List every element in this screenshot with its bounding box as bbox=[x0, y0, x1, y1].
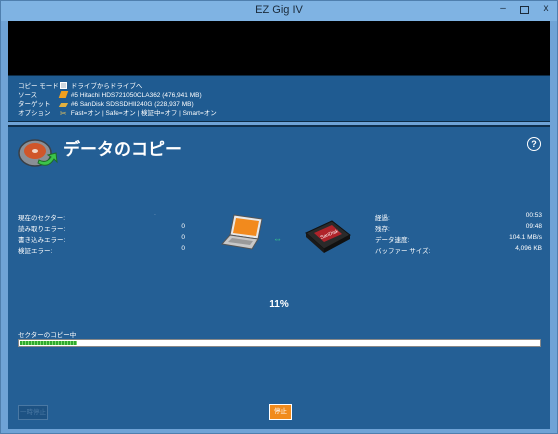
drive-to-drive-icon bbox=[59, 82, 67, 89]
title-bar: EZ Gig IV – x bbox=[1, 1, 557, 21]
laptop-icon bbox=[221, 214, 263, 250]
data-rate-label: データ速度: bbox=[375, 237, 410, 244]
progress-bar bbox=[18, 339, 541, 347]
read-errors-label: 読み取りエラー: bbox=[18, 226, 66, 233]
write-errors-label: 書き込みエラー: bbox=[18, 237, 66, 244]
remaining-value: 09:48 bbox=[525, 223, 542, 230]
verify-errors-label: 検証エラー: bbox=[18, 248, 53, 255]
progress-fill bbox=[20, 341, 77, 345]
transfer-arrows-icon: ⇔ bbox=[273, 234, 282, 244]
buffer-size-value: 4,096 KB bbox=[515, 245, 542, 252]
read-errors-value: 0 bbox=[181, 223, 185, 230]
elapsed-value: 00:53 bbox=[525, 212, 542, 219]
pause-button[interactable]: 一時停止 bbox=[18, 405, 48, 420]
maximize-button[interactable] bbox=[514, 1, 534, 18]
help-icon[interactable]: ? bbox=[527, 137, 541, 151]
data-rate-value: 104.1 MB/s bbox=[509, 234, 542, 241]
banner-area bbox=[8, 21, 550, 75]
elapsed-label: 経過: bbox=[375, 215, 390, 222]
window-title: EZ Gig IV bbox=[255, 4, 303, 16]
stop-button[interactable]: 停止 bbox=[269, 404, 292, 420]
buffer-size-label: バッファー サイズ: bbox=[375, 248, 431, 255]
progress-percent: 11% bbox=[269, 299, 289, 310]
app-window: EZ Gig IV – x コピー モード ドライブからドライブへ ソース #5… bbox=[0, 0, 558, 434]
remaining-label: 残存: bbox=[375, 226, 390, 233]
hard-drive-icon bbox=[58, 91, 69, 98]
minimize-button[interactable]: – bbox=[493, 1, 513, 18]
copy-panel: データのコピー ? 現在のセクター: · 読み取りエラー: 0 書き込みエラー:… bbox=[8, 125, 550, 429]
copy-disk-icon bbox=[18, 139, 58, 167]
write-errors-value: 0 bbox=[181, 234, 185, 241]
job-info-panel: コピー モード ドライブからドライブへ ソース #5 Hitachi HDS72… bbox=[8, 75, 550, 122]
progress-label: セクターのコピー中 bbox=[18, 332, 77, 339]
current-sector-label: 現在のセクター: bbox=[18, 215, 66, 222]
maximize-icon bbox=[519, 6, 529, 14]
tools-icon: ✂ bbox=[59, 109, 67, 118]
options-value: Fast=オン | Safe=オン | 検証中=オフ | Smart=オン bbox=[70, 110, 217, 117]
options-row: オプション ✂ Fast=オン | Safe=オン | 検証中=オフ | Smar… bbox=[18, 107, 217, 118]
verify-errors-value: 0 bbox=[181, 245, 185, 252]
page-title: データのコピー bbox=[63, 140, 182, 159]
close-button[interactable]: x bbox=[536, 1, 556, 18]
options-label: オプション bbox=[18, 110, 51, 117]
ssd-icon: SanDisk bbox=[305, 220, 351, 253]
current-sector-value: · bbox=[153, 211, 156, 218]
